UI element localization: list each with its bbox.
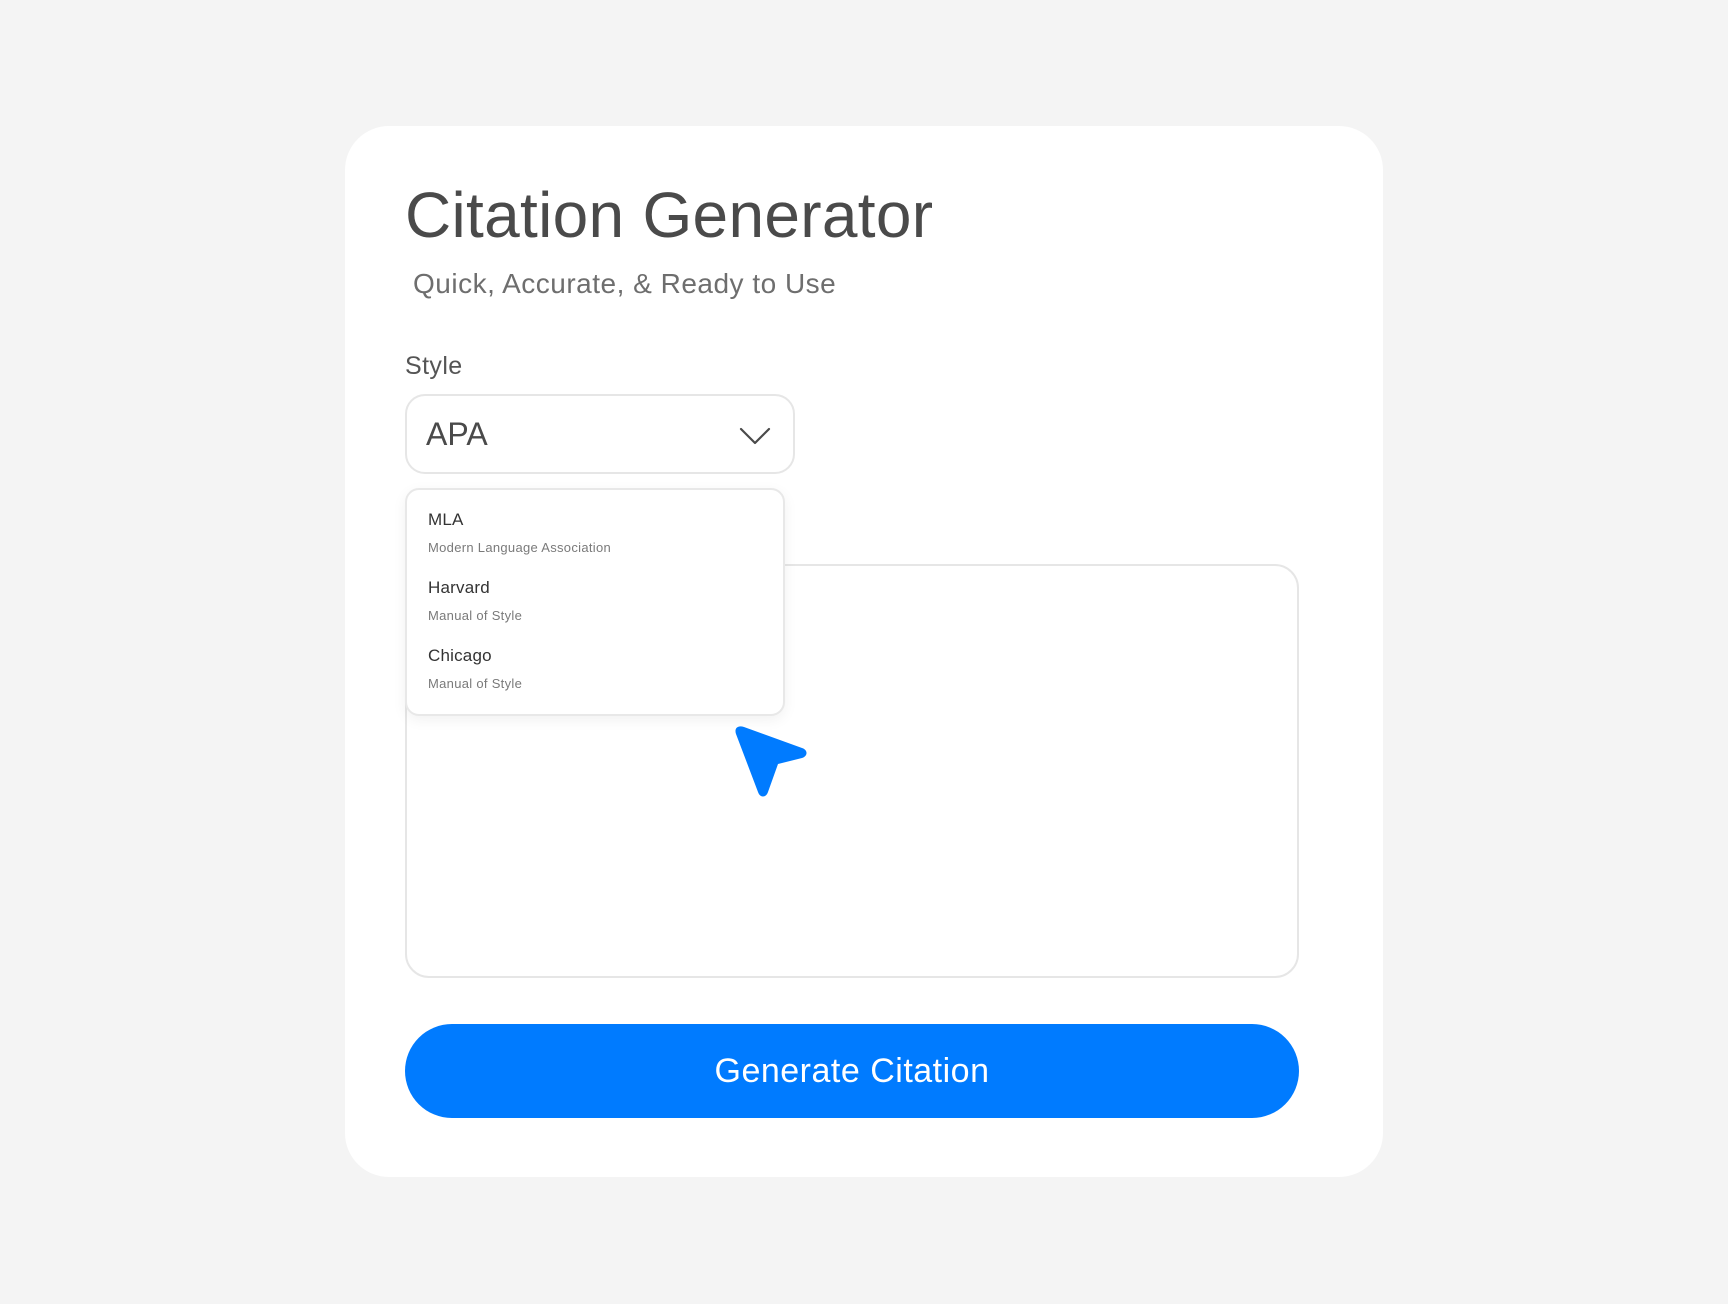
style-option-name: MLA — [428, 510, 464, 529]
style-label: Style — [405, 352, 463, 380]
cursor-arrow-icon — [735, 726, 807, 797]
generate-citation-button[interactable]: Generate Citation — [405, 1024, 1299, 1118]
page-subtitle: Quick, Accurate, & Ready to Use — [413, 268, 837, 299]
style-select[interactable]: APA — [405, 394, 795, 474]
style-option-name: Chicago — [428, 646, 492, 665]
style-option-name: Harvard — [428, 578, 490, 597]
style-option-chicago[interactable]: Chicago Manual of Style — [407, 636, 783, 704]
style-option-description: Manual of Style — [428, 608, 523, 623]
style-option-description: Manual of Style — [428, 676, 523, 691]
citation-card: Citation Generator Quick, Accurate, & Re… — [345, 126, 1383, 1177]
style-option-harvard[interactable]: Harvard Manual of Style — [407, 568, 783, 636]
style-select-value: APA — [426, 416, 488, 452]
style-dropdown-menu: MLA Modern Language Association Harvard … — [405, 488, 785, 716]
chevron-down-icon — [739, 427, 771, 445]
style-option-description: Modern Language Association — [428, 540, 612, 555]
style-option-mla[interactable]: MLA Modern Language Association — [407, 500, 783, 568]
page-title: Citation Generator — [405, 179, 934, 251]
